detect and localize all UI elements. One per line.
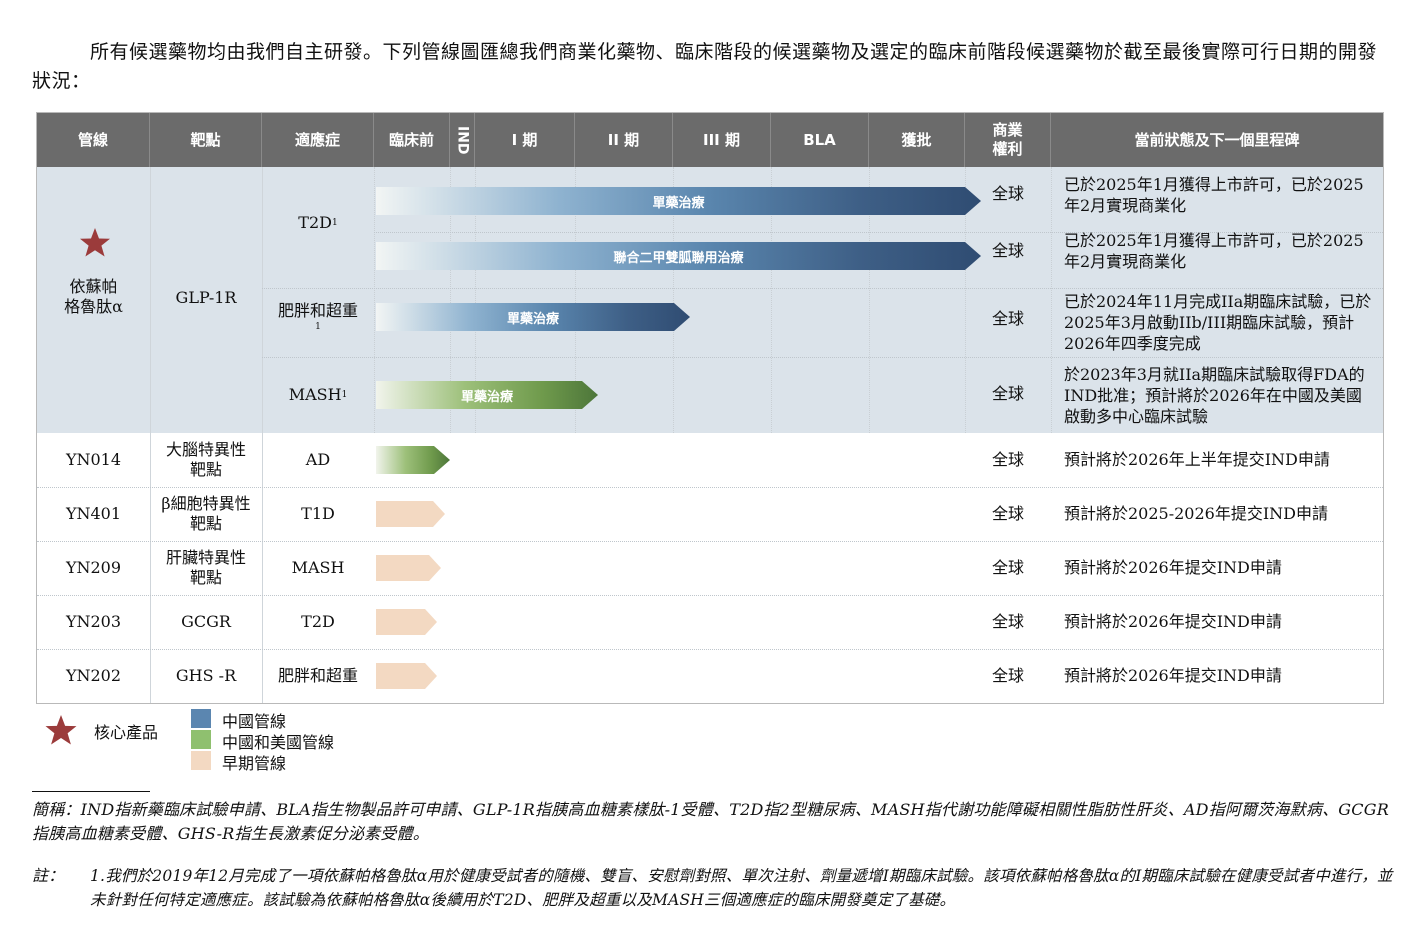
progress-arrow [376,663,437,689]
header-bla: BLA [771,113,869,167]
indication-label: T2D [298,213,332,232]
header-approved: 獲批 [869,113,965,167]
footnote-ref: 1 [341,390,348,400]
rights-cell: 全球 [991,504,1024,523]
indication-cell: T2D [301,612,335,631]
header-ind: IND [450,113,475,167]
rights-cell: 全球 [991,384,1024,403]
legend-swatch-china-us [191,730,211,749]
header-phase1: I 期 [475,113,575,167]
star-icon [45,715,77,745]
progress-arrow [376,446,450,474]
indication-obesity: 肥胖和超重 1 [262,296,374,338]
intro-paragraph: 所有候選藥物均由我們自主研發。下列管線圖匯總我們商業化藥物、臨床階段的候選藥物及… [32,38,1392,96]
indication-cell: AD [305,450,331,469]
col-divider [374,167,375,433]
legend-core-product: 核心產品 [94,723,159,742]
star-icon [80,228,110,257]
rights-cell: 全球 [991,558,1024,577]
drug-code: YN014 [65,450,122,469]
progress-arrow [376,555,441,581]
indication-cell: T1D [301,504,335,523]
drug-code: YN203 [65,612,122,631]
status-cell: 已於2025年1月獲得上市許可，已於2025年2月實現商業化 [1064,231,1364,271]
legend-early: 早期管線 [222,754,287,773]
rights-cell: 全球 [991,450,1024,469]
abbreviations: 簡稱：IND指新藥臨床試驗申請、BLA指生物製品許可申請、GLP-1R指胰高血糖… [32,800,1389,843]
target-cell: β細胞特異性靶點 [161,494,251,533]
status-cell: 預計將於2026年提交IND申請 [1064,612,1282,631]
drug-name-ecnoglutide: 依蘇帕 格魯肽α [64,277,123,316]
drug-code: YN202 [65,666,122,685]
drug-code: YN401 [65,504,122,523]
progress-arrow [376,609,437,635]
header-target: 靶點 [150,113,262,167]
note-label: 註： [32,866,65,885]
target-cell: 大腦特異性靶點 [165,440,246,479]
col-divider [1051,167,1052,433]
col-divider [150,167,151,703]
target-glp1r: GLP-1R [175,288,237,307]
drug-code: YN209 [65,558,122,577]
header-rights: 商業 權利 [965,113,1051,167]
pipeline-table: 管線 靶點 適應症 臨床前 IND I 期 II 期 III 期 BLA 獲批 … [36,112,1384,704]
rights-cell: 全球 [991,612,1024,631]
legend-swatch-early [191,751,211,770]
footnote-rule [32,791,150,792]
rights-cell: 全球 [991,666,1024,685]
header-pipeline: 管線 [37,113,150,167]
indication-cell: 肥胖和超重 [277,666,358,685]
status-cell: 預計將於2025-2026年提交IND申請 [1064,504,1328,523]
note-text: 1.我們於2019年12月完成了一項依蘇帕格魯肽α用於健康受試者的隨機、雙盲、安… [90,867,1393,909]
progress-arrow-mash: 單藥治療 [376,381,598,409]
target-cell: GHS -R [175,666,237,685]
rights-cell: 全球 [991,309,1024,328]
rights-cell: 全球 [991,184,1024,203]
indication-mash: MASH 1 [262,381,374,409]
target-cell: GCGR [181,612,231,631]
header-status: 當前狀態及下一個里程碑 [1134,130,1300,149]
target-cell: 肝臟特異性靶點 [165,548,246,587]
progress-arrow-t2d-combo: 聯合二甲雙胍聯用治療 [376,242,981,270]
status-cell: 已於2025年1月獲得上市許可，已於2025年2月實現商業化 [1064,175,1364,215]
indication-label: 肥胖和超重 [277,301,358,320]
legend-swatch-china [191,709,211,728]
header-preclinical: 臨床前 [374,113,450,167]
indication-cell: MASH [291,558,345,577]
progress-arrow [376,501,445,527]
indication-label: MASH [288,385,342,404]
header-phase2: II 期 [575,113,673,167]
status-cell: 預計將於2026年提交IND申請 [1064,666,1282,685]
rights-cell: 全球 [991,241,1024,260]
footnote-ref: 1 [331,218,338,228]
footnote-ref: 1 [315,322,321,332]
status-cell: 預計將於2026年提交IND申請 [1064,558,1282,577]
progress-arrow-t2d-mono: 單藥治療 [376,187,981,215]
status-cell: 於2023年3月就IIa期臨床試驗取得FDA的IND批准；預計將於2026年在中… [1064,364,1365,426]
indication-t2d: T2D 1 [262,209,374,237]
progress-arrow-obesity: 單藥治療 [376,303,690,331]
header-phase3: III 期 [673,113,771,167]
status-cell: 預計將於2026年上半年提交IND申請 [1064,450,1330,469]
header-indication: 適應症 [262,113,374,167]
table-header: 管線 靶點 適應症 臨床前 IND I 期 II 期 III 期 BLA 獲批 … [37,113,1383,167]
row-divider [262,357,1383,358]
status-cell: 已於2024年11月完成IIa期臨床試驗，已於2025年3月啟動IIb/III期… [1064,291,1372,353]
intro-text: 所有候選藥物均由我們自主研發。下列管線圖匯總我們商業化藥物、臨床階段的候選藥物及… [32,41,1378,92]
